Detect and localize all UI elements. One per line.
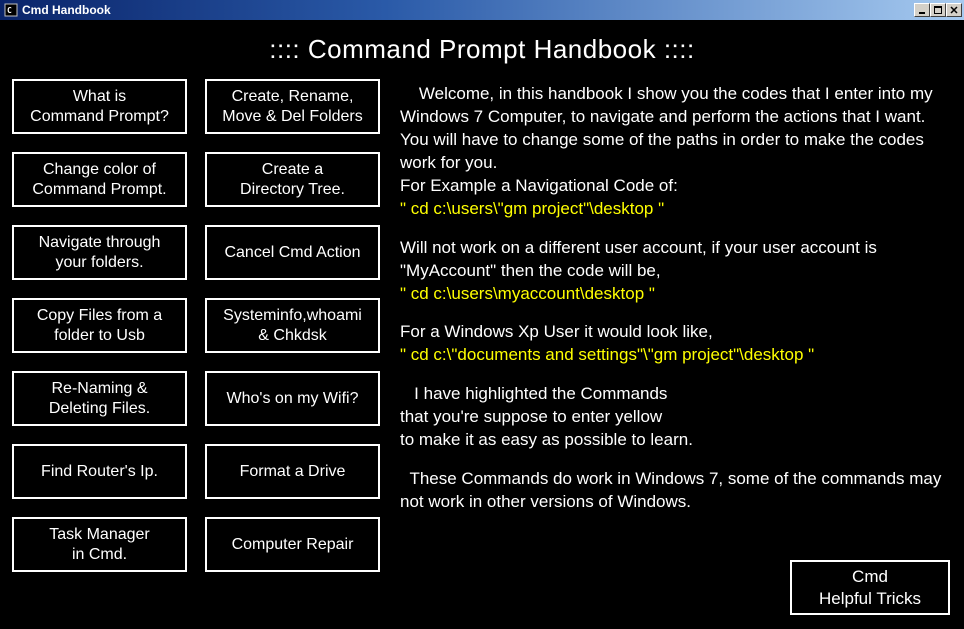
- menu-button-systeminfo[interactable]: Systeminfo,whoami & Chkdsk: [205, 298, 380, 353]
- menu-button-what-is-cmd[interactable]: What is Command Prompt?: [12, 79, 187, 134]
- menu-button-navigate-folders[interactable]: Navigate through your folders.: [12, 225, 187, 280]
- content-text: For Example a Navigational Code of:: [400, 175, 948, 198]
- window-titlebar: C Cmd Handbook: [0, 0, 964, 20]
- svg-text:C: C: [7, 6, 12, 15]
- menu-button-create-rename[interactable]: Create, Rename, Move & Del Folders: [205, 79, 380, 134]
- button-label: Cancel Cmd Action: [224, 243, 360, 262]
- menu-grid: What is Command Prompt? Create, Rename, M…: [10, 79, 380, 572]
- menu-button-computer-repair[interactable]: Computer Repair: [205, 517, 380, 572]
- window-controls: [914, 3, 962, 17]
- content-text: that you're suppose to enter yellow: [400, 406, 948, 429]
- maximize-button[interactable]: [930, 3, 946, 17]
- menu-button-task-manager[interactable]: Task Manager in Cmd.: [12, 517, 187, 572]
- button-label: Task Manager in Cmd.: [49, 525, 150, 563]
- minimize-button[interactable]: [914, 3, 930, 17]
- menu-button-find-router-ip[interactable]: Find Router's Ip.: [12, 444, 187, 499]
- button-label: What is Command Prompt?: [30, 87, 169, 125]
- menu-button-cancel-cmd[interactable]: Cancel Cmd Action: [205, 225, 380, 280]
- menu-button-change-color[interactable]: Change color of Command Prompt.: [12, 152, 187, 207]
- menu-button-whos-on-wifi[interactable]: Who's on my Wifi?: [205, 371, 380, 426]
- welcome-content: Welcome, in this handbook I show you the…: [400, 79, 954, 572]
- button-label: Who's on my Wifi?: [227, 389, 359, 408]
- content-text: Will not work on a different user accoun…: [400, 237, 948, 283]
- helpful-tricks-button[interactable]: Cmd Helpful Tricks: [790, 560, 950, 615]
- content-text: I have highlighted the Commands: [400, 383, 948, 406]
- menu-button-create-dir-tree[interactable]: Create a Directory Tree.: [205, 152, 380, 207]
- content-text: These Commands do work in Windows 7, som…: [400, 468, 948, 514]
- button-label: Copy Files from a folder to Usb: [37, 306, 162, 344]
- client-area: :::: Command Prompt Handbook :::: What i…: [0, 20, 964, 629]
- content-text: to make it as easy as possible to learn.: [400, 429, 948, 452]
- code-example: " cd c:\users\myaccount\desktop ": [400, 283, 948, 306]
- window-title: Cmd Handbook: [22, 3, 111, 17]
- content-text: Welcome, in this handbook I show you the…: [400, 83, 948, 129]
- close-button[interactable]: [946, 3, 962, 17]
- button-label: Create a Directory Tree.: [240, 160, 345, 198]
- content-text: For a Windows Xp User it would look like…: [400, 321, 948, 344]
- menu-button-rename-delete[interactable]: Re-Naming & Deleting Files.: [12, 371, 187, 426]
- menu-button-format-drive[interactable]: Format a Drive: [205, 444, 380, 499]
- button-label: Cmd Helpful Tricks: [819, 566, 921, 609]
- app-icon: C: [4, 3, 18, 17]
- page-title: :::: Command Prompt Handbook ::::: [10, 28, 954, 79]
- button-label: Find Router's Ip.: [41, 462, 158, 481]
- button-label: Computer Repair: [232, 535, 354, 554]
- button-label: Create, Rename, Move & Del Folders: [222, 87, 363, 125]
- content-text: You will have to change some of the path…: [400, 129, 948, 175]
- button-label: Format a Drive: [240, 462, 346, 481]
- button-label: Change color of Command Prompt.: [32, 160, 166, 198]
- button-label: Systeminfo,whoami & Chkdsk: [223, 306, 362, 344]
- button-label: Re-Naming & Deleting Files.: [49, 379, 150, 417]
- code-example: " cd c:\"documents and settings"\"gm pro…: [400, 344, 948, 367]
- code-example: " cd c:\users\"gm project"\desktop ": [400, 198, 948, 221]
- button-label: Navigate through your folders.: [39, 233, 161, 271]
- menu-button-copy-to-usb[interactable]: Copy Files from a folder to Usb: [12, 298, 187, 353]
